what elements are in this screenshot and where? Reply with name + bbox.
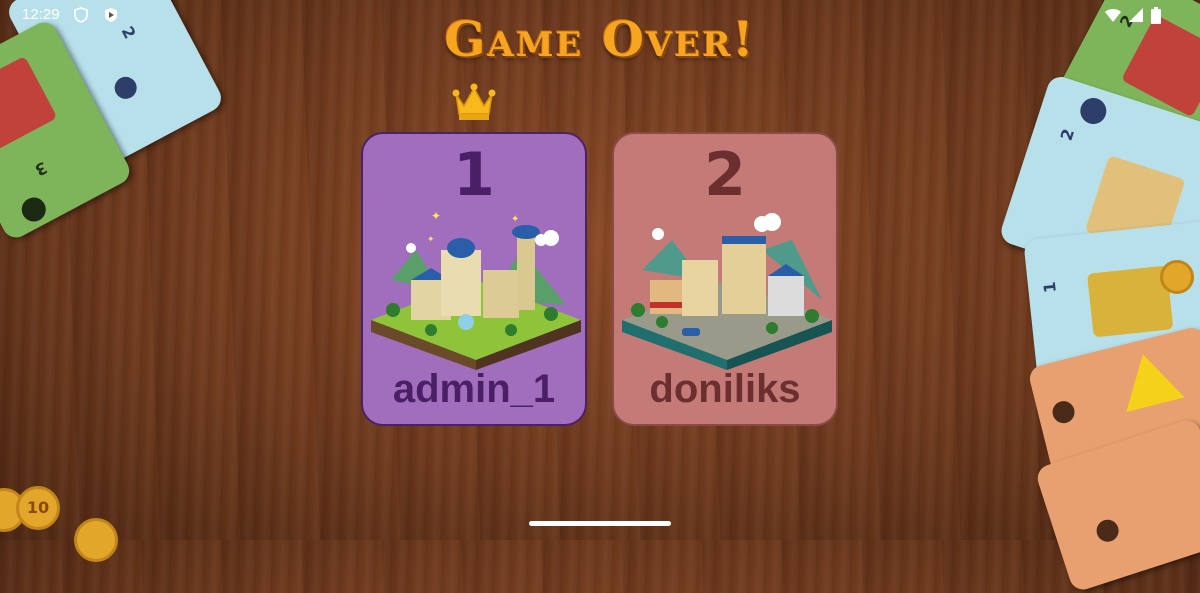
player-card-first: 1 ✦ ✦ ✦ admin_1 <box>361 132 587 426</box>
player-rank: 2 <box>704 140 746 210</box>
coin-icon <box>1160 260 1194 294</box>
status-bar: 12:29 <box>0 4 1200 26</box>
coin-icon <box>74 518 118 562</box>
player-name: doniliks <box>649 367 801 411</box>
play-protect-icon <box>105 8 117 22</box>
card-icon <box>1050 398 1077 426</box>
shield-icon <box>74 7 88 23</box>
city-illustration: ✦ ✦ ✦ <box>371 210 581 370</box>
player-name: admin_1 <box>392 367 556 411</box>
signal-icon <box>1129 8 1143 22</box>
card-building-image <box>0 55 58 151</box>
player-card-second: 2 doniliks <box>612 132 838 426</box>
card-number: 1 <box>1039 280 1060 294</box>
city-illustration <box>622 213 832 370</box>
status-time: 12:29 <box>22 6 60 23</box>
card-number: 2 <box>1056 126 1079 143</box>
crown-icon <box>452 83 496 120</box>
warning-icon <box>1113 346 1185 412</box>
card-icon <box>17 193 51 226</box>
svg-text:✦: ✦ <box>427 235 435 245</box>
card-icon <box>1076 94 1110 128</box>
coin-icon: 10 <box>16 486 60 530</box>
wifi-icon <box>1105 9 1121 22</box>
card-number: 3 <box>31 157 51 180</box>
svg-text:✦: ✦ <box>511 214 519 225</box>
battery-icon <box>1151 7 1161 24</box>
card-icon <box>110 72 141 103</box>
svg-text:✦: ✦ <box>431 210 441 223</box>
card-icon <box>1093 516 1122 545</box>
player-rank: 1 <box>453 140 495 210</box>
home-gesture-bar[interactable] <box>529 521 671 526</box>
